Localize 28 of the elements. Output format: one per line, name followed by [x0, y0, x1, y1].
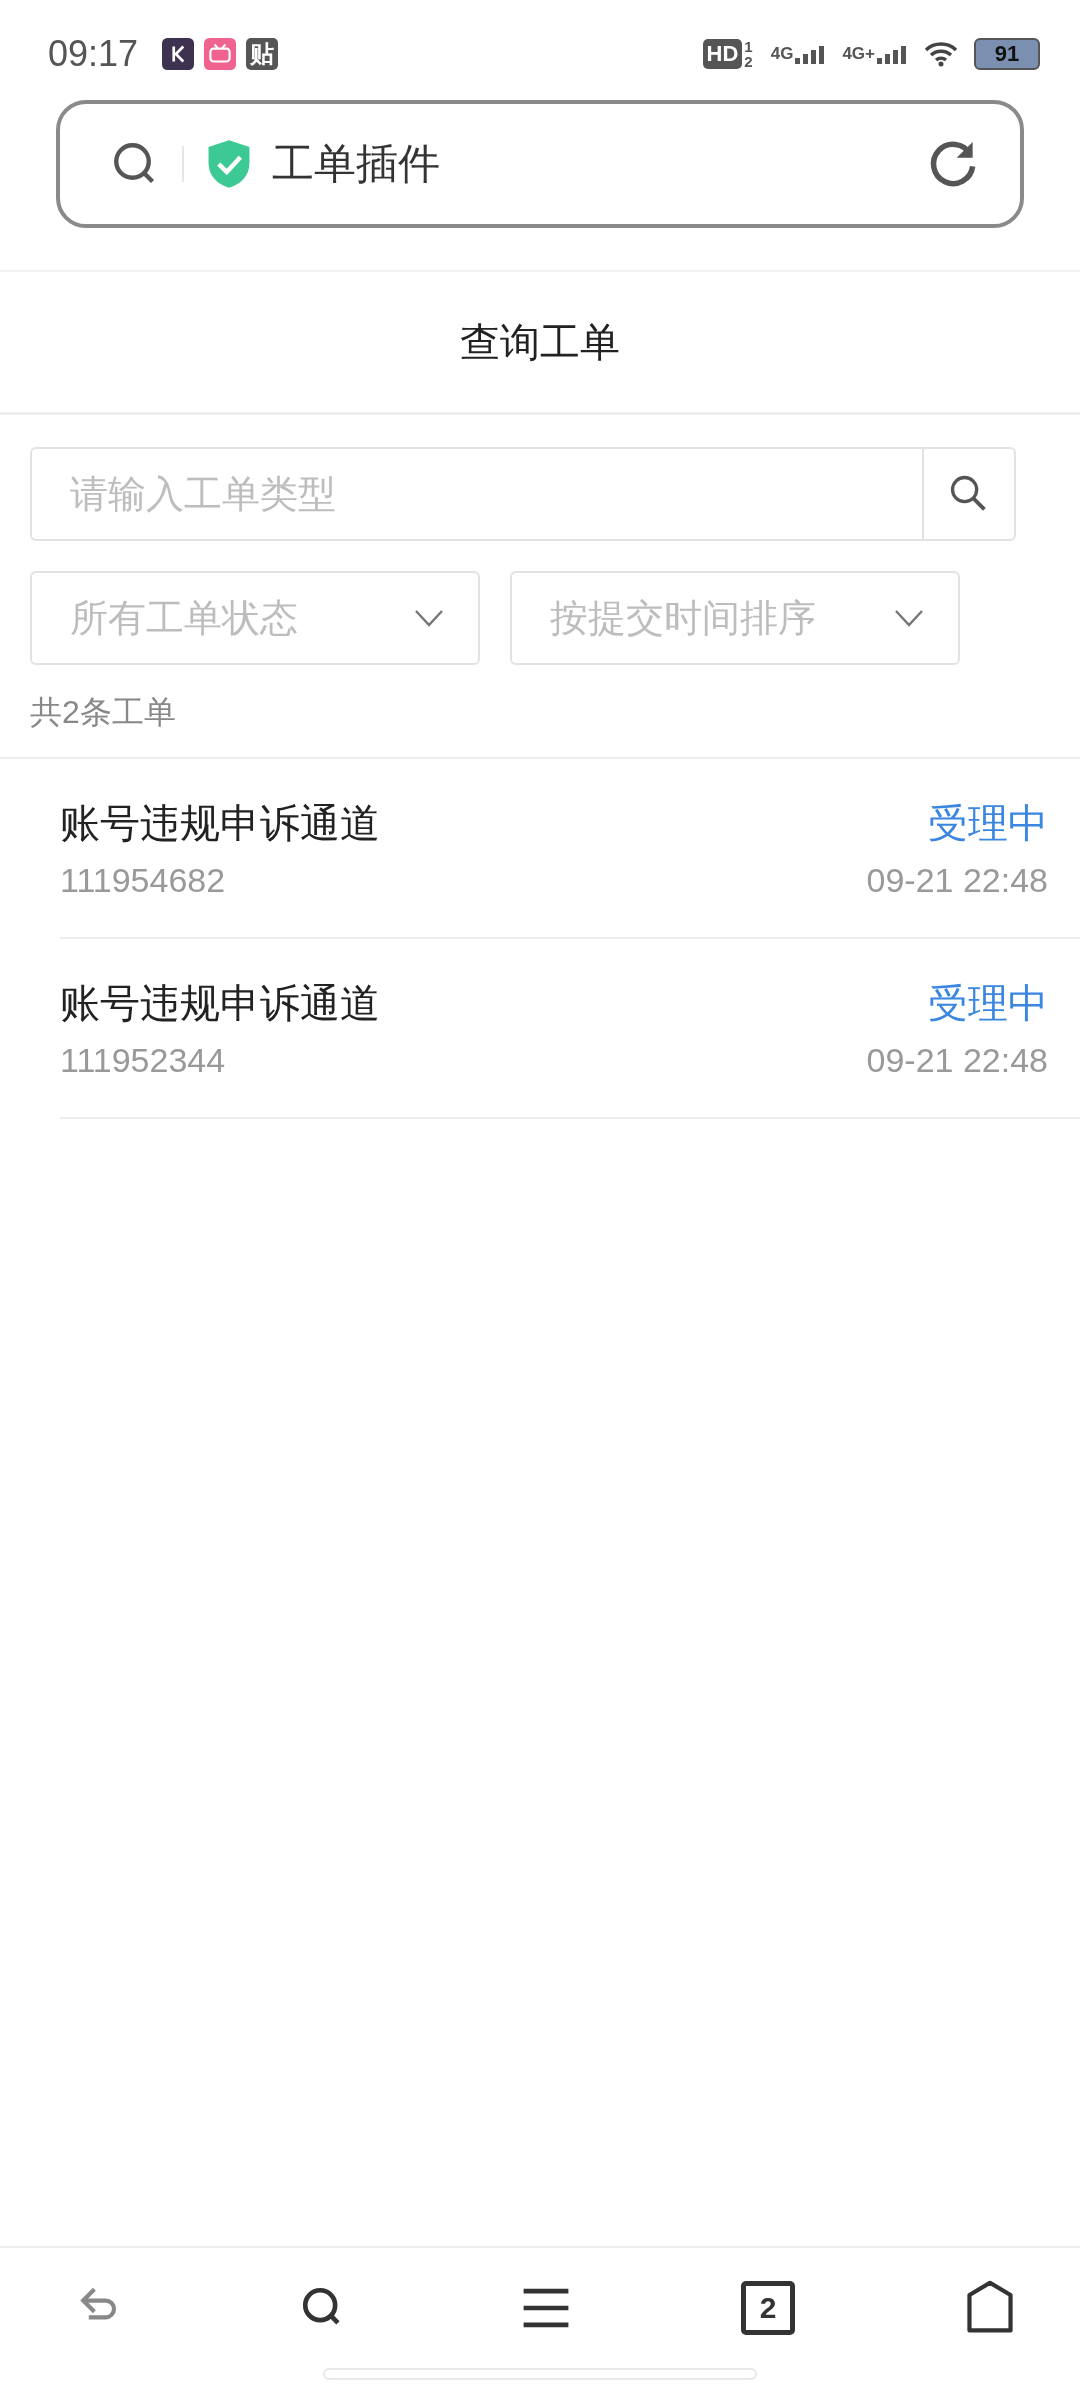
ticket-status: 受理中	[928, 980, 1048, 1027]
ticket-item[interactable]: 账号违规申诉通道 111952344 受理中 09-21 22:48	[60, 939, 1080, 1119]
battery-indicator: 91	[974, 38, 1040, 70]
ticket-time: 09-21 22:48	[866, 861, 1048, 900]
header-title: 查询工单	[460, 318, 620, 366]
search-button[interactable]	[922, 447, 1016, 541]
page-title: 工单插件	[272, 139, 440, 189]
wifi-icon	[924, 41, 958, 67]
address-bar[interactable]: 工单插件	[56, 100, 1024, 228]
ticket-id: 111952344	[60, 1041, 227, 1080]
ticket-title: 账号违规申诉通道	[60, 800, 380, 847]
chevron-down-icon	[414, 608, 444, 628]
shield-check-icon	[206, 139, 252, 189]
ticket-status: 受理中	[928, 800, 1048, 847]
ticket-title: 账号违规申诉通道	[60, 980, 380, 1027]
tabs-button[interactable]: 2	[741, 2281, 795, 2335]
ticket-id: 111954682	[60, 861, 227, 900]
cellular-signal: 4G	[770, 44, 825, 64]
search-field[interactable]: 请输入工单类型	[30, 447, 922, 541]
ticket-count: 共2条工单	[30, 693, 177, 732]
status-time: 09:17	[48, 33, 139, 75]
notification-icon: 贴	[246, 38, 279, 70]
ticket-time: 09-21 22:48	[866, 1041, 1048, 1080]
tv-notification-icon	[204, 38, 237, 70]
cellular-signal: 4G+	[842, 44, 906, 64]
app-notification-icon	[162, 38, 195, 70]
chevron-down-icon	[894, 608, 924, 628]
ticket-item[interactable]: 账号违规申诉通道 111954682 受理中 09-21 22:48	[60, 759, 1080, 939]
